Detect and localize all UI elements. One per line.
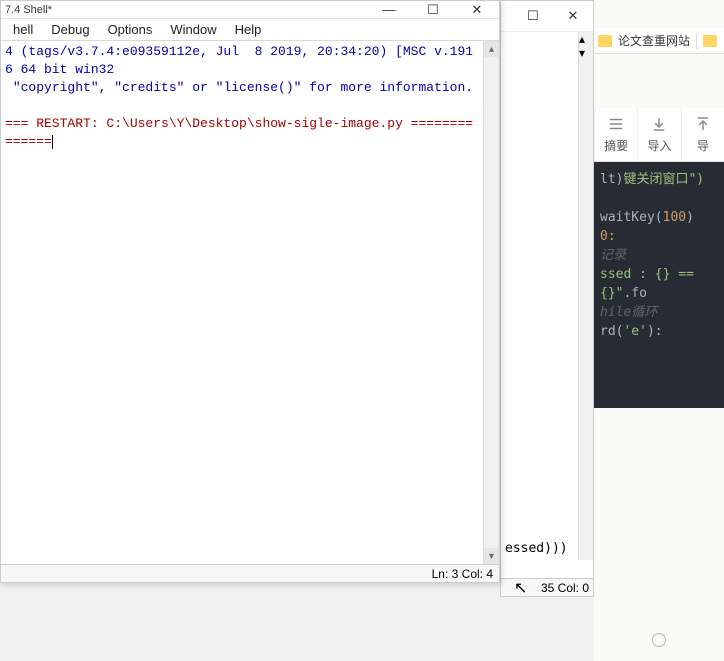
window-title: 7.4 Shell* [5,4,367,16]
toolbar-export-button[interactable]: 导 [681,108,724,161]
scroll-up-button[interactable]: ▴ [484,41,499,57]
vertical-scrollbar[interactable]: ▴ ▾ [483,41,499,564]
titlebar[interactable]: ☐ ✕ [501,1,593,31]
scroll-down-button[interactable]: ▾ [579,46,593,60]
status-lncol: Ln: 3 Col: 4 [432,567,493,581]
scroll-down-button[interactable]: ▾ [484,548,499,564]
chevron-up-icon: ▴ [489,44,494,55]
shell-version-line: 4 (tags/v3.7.4:e09359112e, Jul 8 2019, 2… [5,44,473,77]
menu-debug[interactable]: Debug [43,20,97,39]
code-line: hile循环 [600,303,718,322]
maximize-button[interactable]: ☐ [513,2,553,30]
idle-shell-window: 7.4 Shell* — ☐ ✕ hell Debug Options Wind… [0,0,500,583]
chevron-down-icon: ▾ [579,46,585,60]
close-icon: ✕ [568,8,579,24]
shell-restart-line: === RESTART: C:\Users\Y\Desktop\show-sig… [5,116,473,149]
code-text: essed))) [505,541,568,556]
code-line: 0: [600,227,718,246]
code-line: rd('e'): [600,322,718,341]
menu-help[interactable]: Help [227,20,270,39]
code-line: ssed : {} == {}".fo [600,265,718,303]
folder-icon [598,35,612,47]
secondary-window: ☐ ✕ ▴ ▾ essed))) 35 Col: 0 [500,0,594,597]
download-icon [650,115,668,133]
close-icon: ✕ [472,2,483,18]
maximize-icon: ☐ [427,2,439,18]
shell-info-line: "copyright", "credits" or "license()" fo… [5,80,473,95]
vertical-scrollbar[interactable]: ▴ ▾ [578,32,593,560]
status-lncol: 35 Col: 0 [541,581,589,595]
chevron-up-icon: ▴ [579,32,585,46]
maximize-button[interactable]: ☐ [411,1,455,19]
maximize-icon: ☐ [527,8,539,24]
toolbar-import-button[interactable]: 导入 [637,108,680,161]
editor-area[interactable]: ▴ ▾ essed))) [501,31,593,578]
bookmarks-bar: 论文查重网站 [594,28,724,54]
upload-icon [694,115,712,133]
pagination-indicator [652,633,666,647]
close-button[interactable]: ✕ [455,1,499,19]
code-line: 记录 [600,246,718,265]
toolbar-label: 导入 [647,137,671,154]
editor-wrap: 4 (tags/v3.7.4:e09359112e, Jul 8 2019, 2… [1,41,499,564]
minimize-button[interactable]: — [367,1,411,19]
menu-window[interactable]: Window [162,20,224,39]
app-toolbar: 摘要 导入 导 [594,108,724,162]
menu-bar: hell Debug Options Window Help [1,19,499,41]
toolbar-abstract-button[interactable]: 摘要 [594,108,637,161]
toolbar-label: 摘要 [604,137,628,154]
close-button[interactable]: ✕ [553,2,593,30]
titlebar[interactable]: 7.4 Shell* — ☐ ✕ [1,1,499,19]
text-caret [52,135,53,149]
menu-shell[interactable]: hell [5,20,41,39]
bookmark-link[interactable]: 论文查重网站 [618,32,690,49]
code-line: lt)键关闭窗口") [600,170,718,189]
code-line [600,189,718,208]
menu-options[interactable]: Options [100,20,161,39]
list-icon [607,115,625,133]
shell-output[interactable]: 4 (tags/v3.7.4:e09359112e, Jul 8 2019, 2… [1,41,483,564]
chevron-down-icon: ▾ [489,551,494,562]
folder-icon [703,35,717,47]
code-line: waitKey(100) [600,208,718,227]
scroll-up-button[interactable]: ▴ [579,32,593,46]
status-bar: 35 Col: 0 [501,578,593,596]
divider [696,33,697,49]
code-editor-panel: lt)键关闭窗口") waitKey(100) 0: 记录 ssed : {} … [594,162,724,408]
minimize-icon: — [383,2,396,17]
status-bar: Ln: 3 Col: 4 [1,564,499,582]
window-controls: — ☐ ✕ [367,1,499,19]
toolbar-label: 导 [697,137,709,154]
